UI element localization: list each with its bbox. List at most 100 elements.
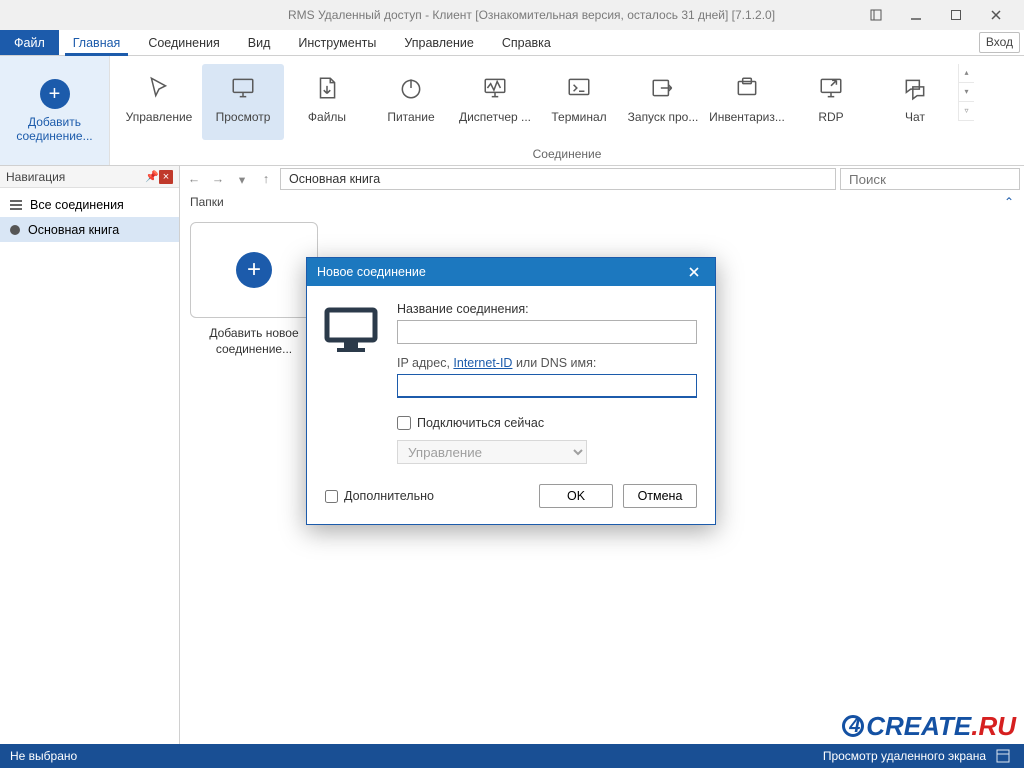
inventory-icon	[733, 74, 761, 102]
list-icon	[10, 200, 22, 210]
address-input[interactable]	[397, 374, 697, 398]
new-connection-dialog: Новое соединение Название соединения: IP…	[306, 257, 716, 525]
dialog-close-icon[interactable]	[683, 261, 705, 283]
folders-header: Папки ⌃	[180, 192, 1024, 212]
connect-now-label: Подключиться сейчас	[417, 416, 544, 430]
nav-toolbar: ← → ▾ ↑ Основная книга	[180, 166, 1024, 192]
ribbon-dispatcher[interactable]: Диспетчер ...	[454, 64, 536, 140]
ribbon-rdp[interactable]: RDP	[790, 64, 872, 140]
advanced-checkbox[interactable]	[325, 490, 338, 503]
sidebar-header: Навигация 📌 ×	[0, 166, 179, 188]
tree-label: Основная книга	[28, 223, 119, 237]
ribbon-chat-label: Чат	[905, 110, 925, 124]
ribbon-add-connection[interactable]: + Добавитьсоединение...	[0, 56, 110, 165]
nav-tree: Все соединения Основная книга	[0, 188, 179, 246]
status-left: Не выбрано	[10, 749, 77, 763]
status-options-icon[interactable]	[992, 747, 1014, 765]
ribbon-launch-label: Запуск про...	[628, 110, 699, 124]
cursor-icon	[145, 74, 173, 102]
ribbon-control-label: Управление	[126, 110, 193, 124]
file-arrow-icon	[313, 74, 341, 102]
ribbon-scroll: ▴ ▾ ▿	[958, 64, 974, 121]
name-label: Название соединения:	[397, 302, 697, 316]
ribbon-files-label: Файлы	[308, 110, 346, 124]
tree-item-main-book[interactable]: Основная книга	[0, 217, 179, 242]
ribbon-terminal-label: Терминал	[551, 110, 606, 124]
menubar: Файл Главная Соединения Вид Инструменты …	[0, 30, 1024, 56]
ribbon-tools: Управление Просмотр Файлы Питание Диспет…	[110, 56, 1024, 145]
tab-connections[interactable]: Соединения	[134, 30, 233, 55]
ribbon-view[interactable]: Просмотр	[202, 64, 284, 140]
dot-icon	[10, 225, 20, 235]
ribbon-terminal[interactable]: Терминал	[538, 64, 620, 140]
add-connection-tile[interactable]: + Добавить новое соединение...	[190, 222, 318, 357]
tile-caption-2: соединение...	[216, 342, 292, 356]
login-button[interactable]: Вход	[979, 32, 1020, 53]
ribbon-power-label: Питание	[387, 110, 434, 124]
window-close-icon[interactable]	[976, 0, 1016, 30]
ribbon-scroll-up-icon[interactable]: ▴	[959, 64, 974, 83]
tree-item-all-connections[interactable]: Все соединения	[0, 192, 179, 217]
nav-up-icon[interactable]: ↑	[256, 169, 276, 189]
ribbon-control[interactable]: Управление	[118, 64, 200, 140]
sidebar: Навигация 📌 × Все соединения Основная кн…	[0, 166, 180, 744]
dialog-monitor-icon	[323, 302, 379, 464]
connection-name-input[interactable]	[397, 320, 697, 344]
ribbon-power[interactable]: Питание	[370, 64, 452, 140]
ok-button[interactable]: OK	[539, 484, 613, 508]
nav-history-icon[interactable]: ▾	[232, 169, 252, 189]
ribbon-files[interactable]: Файлы	[286, 64, 368, 140]
monitor-icon	[229, 74, 257, 102]
advanced-label: Дополнительно	[344, 489, 434, 503]
status-bar: Не выбрано Просмотр удаленного экрана	[0, 744, 1024, 768]
ribbon-scroll-down-icon[interactable]: ▾	[959, 83, 974, 102]
plus-icon: +	[236, 252, 272, 288]
ribbon: + Добавитьсоединение... Управление Просм…	[0, 56, 1024, 166]
ribbon-rdp-label: RDP	[818, 110, 843, 124]
dialog-title: Новое соединение	[317, 265, 426, 279]
status-right: Просмотр удаленного экрана	[823, 749, 986, 763]
tree-label: Все соединения	[30, 198, 124, 212]
ribbon-launch[interactable]: Запуск про...	[622, 64, 704, 140]
activity-icon	[481, 74, 509, 102]
ribbon-add-label1: Добавить	[28, 115, 81, 129]
ribbon-expand-icon[interactable]: ▿	[959, 102, 974, 121]
cancel-button[interactable]: Отмена	[623, 484, 697, 508]
tile-box[interactable]: +	[190, 222, 318, 318]
window-pin-icon[interactable]	[856, 0, 896, 30]
window-minimize-icon[interactable]	[896, 0, 936, 30]
tab-view[interactable]: Вид	[234, 30, 285, 55]
launch-icon	[649, 74, 677, 102]
sidebar-title: Навигация	[6, 170, 65, 184]
ribbon-inventory[interactable]: Инвентариз...	[706, 64, 788, 140]
ribbon-add-label2: соединение...	[16, 129, 92, 143]
chat-icon	[901, 74, 929, 102]
tab-manage[interactable]: Управление	[390, 30, 488, 55]
tab-help[interactable]: Справка	[488, 30, 565, 55]
power-icon	[397, 74, 425, 102]
sidebar-close-icon[interactable]: ×	[159, 170, 173, 184]
nav-forward-icon[interactable]: →	[208, 169, 228, 189]
breadcrumb[interactable]: Основная книга	[280, 168, 836, 190]
ribbon-group-label: Соединение	[110, 145, 1024, 165]
ribbon-chat[interactable]: Чат	[874, 64, 956, 140]
internet-id-link[interactable]: Internet-ID	[453, 356, 512, 370]
sidebar-pin-icon[interactable]: 📌	[145, 170, 159, 184]
terminal-icon	[565, 74, 593, 102]
ribbon-view-label: Просмотр	[216, 110, 271, 124]
tab-main[interactable]: Главная	[59, 30, 135, 55]
search-input[interactable]	[840, 168, 1020, 190]
window-titlebar: RMS Удаленный доступ - Клиент [Ознакомит…	[0, 0, 1024, 30]
tab-tools[interactable]: Инструменты	[284, 30, 390, 55]
tile-caption-1: Добавить новое	[209, 326, 298, 340]
plus-icon: +	[40, 79, 70, 109]
rdp-icon	[817, 74, 845, 102]
nav-back-icon[interactable]: ←	[184, 169, 204, 189]
breadcrumb-text: Основная книга	[289, 172, 380, 186]
mode-select[interactable]: Управление	[397, 440, 587, 464]
folders-collapse-icon[interactable]: ⌃	[1004, 195, 1014, 209]
connect-now-checkbox[interactable]	[397, 416, 411, 430]
menu-file[interactable]: Файл	[0, 30, 59, 55]
dialog-titlebar[interactable]: Новое соединение	[307, 258, 715, 286]
window-maximize-icon[interactable]	[936, 0, 976, 30]
